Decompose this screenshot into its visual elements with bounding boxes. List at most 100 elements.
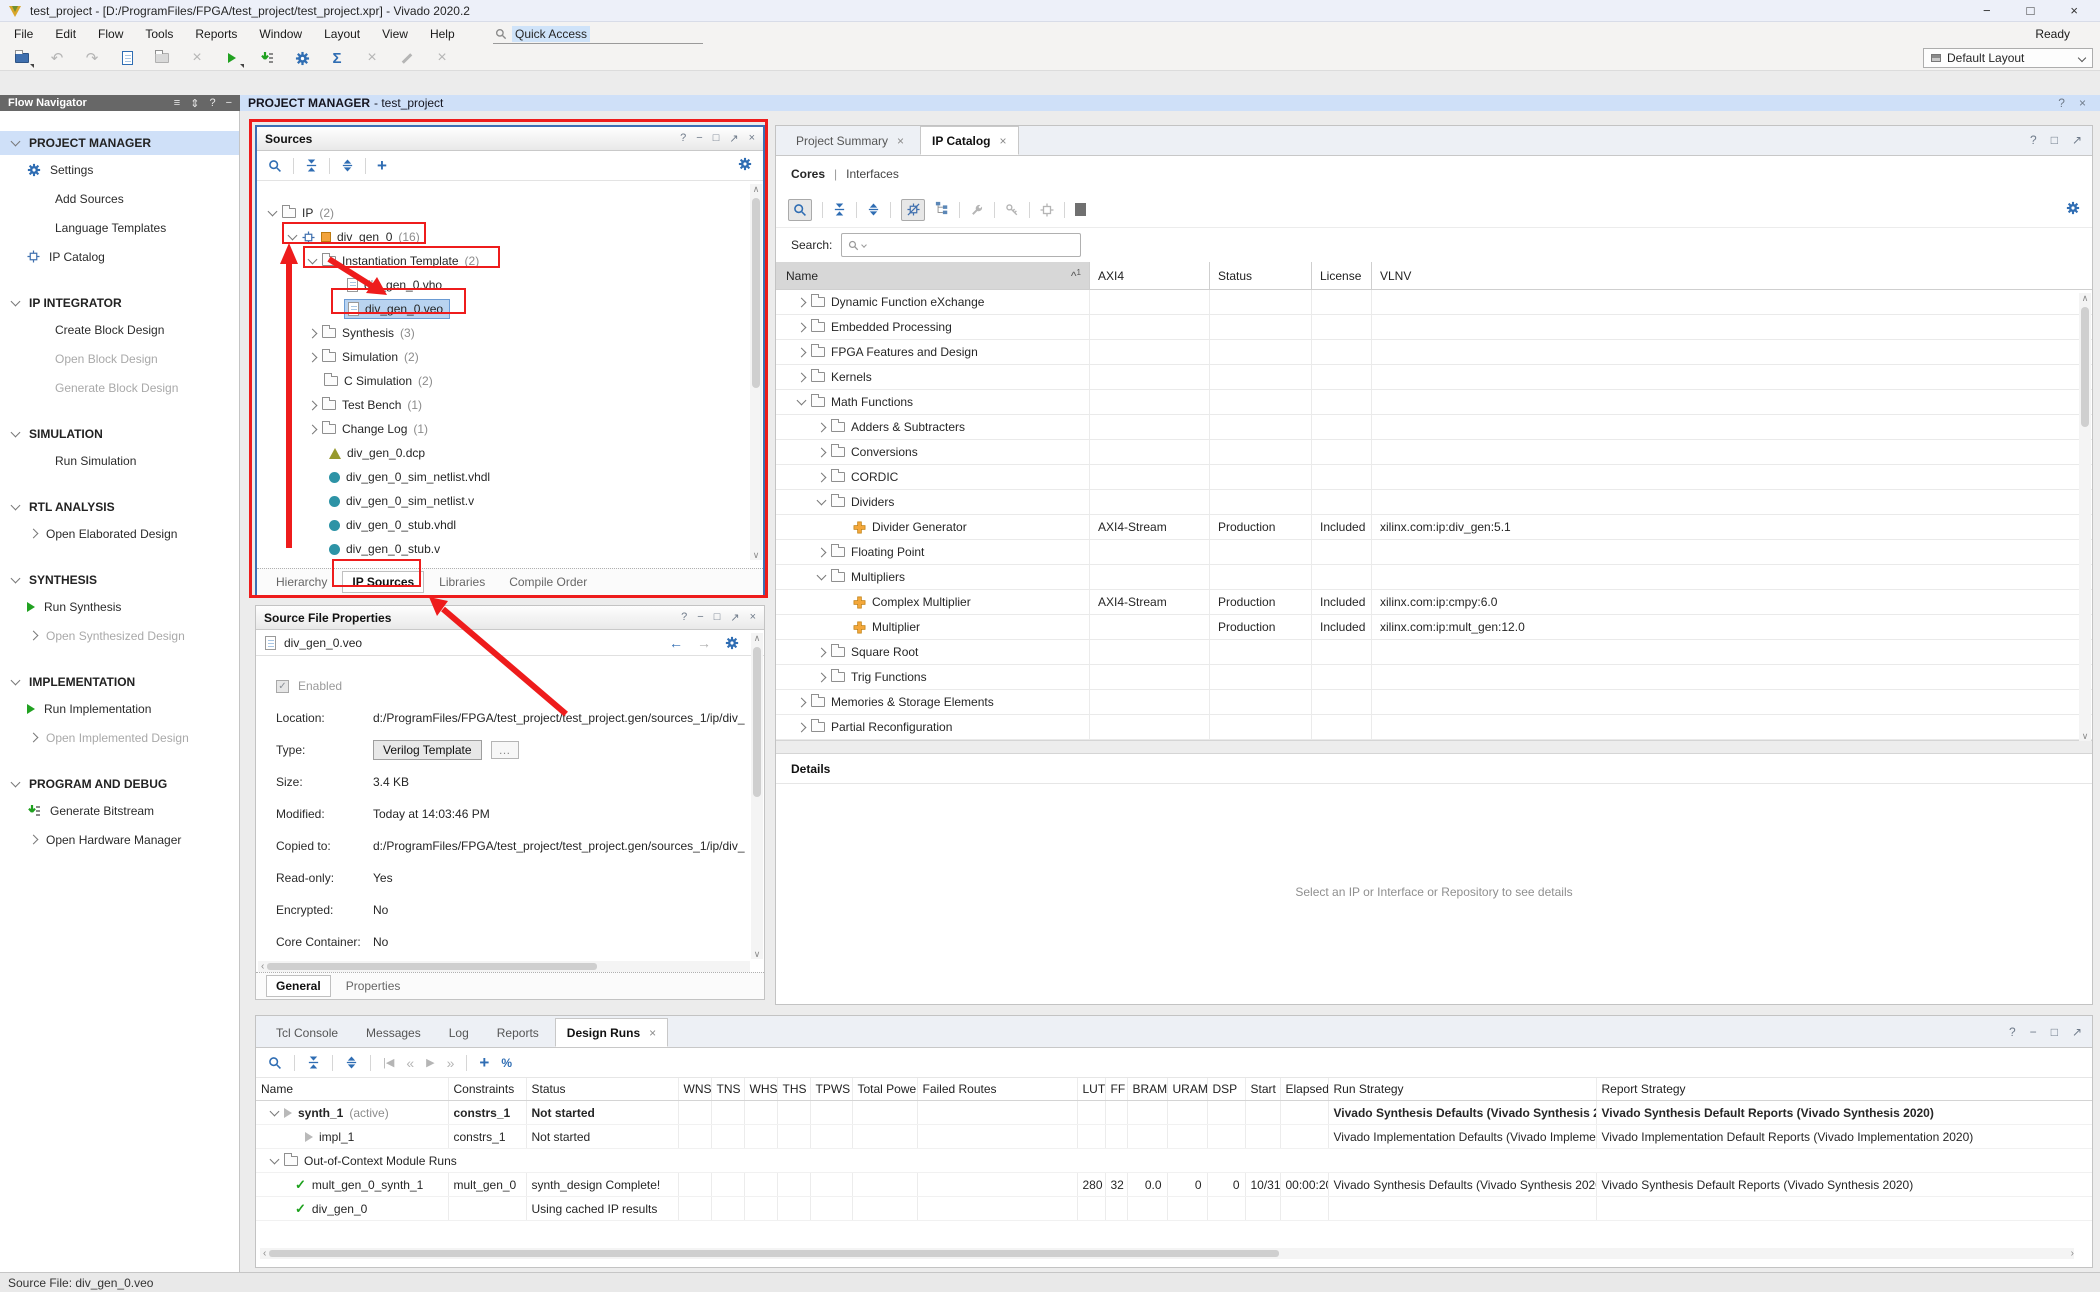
- col-report-strategy[interactable]: Report Strategy: [1596, 1078, 2092, 1101]
- maximize-icon[interactable]: □: [714, 611, 721, 624]
- flow-section-simulation[interactable]: SIMULATION: [0, 422, 239, 446]
- catalog-vertical-scrollbar[interactable]: ∧∨: [2079, 293, 2091, 741]
- flow-section-synthesis[interactable]: SYNTHESIS: [0, 568, 239, 592]
- menu-file[interactable]: File: [14, 27, 33, 41]
- close-icon[interactable]: ×: [749, 132, 755, 145]
- tree-item-div-gen-0-vho[interactable]: div_gen_0.vho: [257, 273, 749, 297]
- flow-item-create-block-design[interactable]: Create Block Design: [0, 315, 239, 344]
- flow-section-project-manager[interactable]: PROJECT MANAGER: [0, 131, 239, 155]
- chevron-right-icon[interactable]: [797, 372, 807, 382]
- col-start[interactable]: Start: [1245, 1078, 1280, 1101]
- tab-compile-order[interactable]: Compile Order: [500, 572, 596, 592]
- chevron-right-icon[interactable]: [817, 422, 827, 432]
- chevron-down-icon[interactable]: [288, 231, 298, 241]
- catalog-row-trig-functions[interactable]: Trig Functions: [776, 665, 2092, 690]
- sources-vertical-scrollbar[interactable]: ∧∨: [750, 184, 762, 560]
- float-icon[interactable]: ↗: [729, 132, 738, 145]
- scroll-thumb[interactable]: [267, 963, 597, 970]
- col-wns[interactable]: WNS: [678, 1078, 711, 1101]
- tab-libraries[interactable]: Libraries: [430, 572, 494, 592]
- chevron-down-icon[interactable]: [308, 255, 318, 265]
- collapse-all-icon[interactable]: [833, 203, 846, 216]
- percent-button[interactable]: %: [501, 1056, 512, 1070]
- help-icon[interactable]: ?: [209, 97, 215, 110]
- flow-item-language-templates[interactable]: Language Templates: [0, 213, 239, 242]
- chevron-down-icon[interactable]: [817, 496, 827, 506]
- catalog-row-kernels[interactable]: Kernels: [776, 365, 2092, 390]
- close-icon[interactable]: ×: [897, 134, 904, 148]
- catalog-row-dividers[interactable]: Dividers: [776, 490, 2092, 515]
- col-tns[interactable]: TNS: [711, 1078, 744, 1101]
- scroll-thumb[interactable]: [752, 198, 760, 388]
- subtab-interfaces[interactable]: Interfaces: [846, 167, 899, 181]
- maximize-icon[interactable]: □: [2051, 133, 2058, 147]
- expand-all-icon[interactable]: [341, 159, 354, 172]
- tab-tcl-console[interactable]: Tcl Console: [264, 1018, 350, 1047]
- chevron-right-icon[interactable]: [797, 322, 807, 332]
- col-total-power[interactable]: Total Power: [852, 1078, 917, 1101]
- save-button[interactable]: [117, 49, 137, 67]
- back-icon[interactable]: ←: [669, 635, 683, 651]
- float-icon[interactable]: ↗: [2072, 1025, 2082, 1039]
- report-sum-button[interactable]: Σ: [327, 49, 347, 67]
- delete-button[interactable]: ×: [187, 49, 207, 67]
- gear-icon[interactable]: [2066, 201, 2080, 215]
- column-status[interactable]: Status: [1209, 262, 1311, 289]
- step-back-button[interactable]: «: [406, 1055, 414, 1071]
- col-failed-routes[interactable]: Failed Routes: [917, 1078, 1077, 1101]
- details-toggle-icon[interactable]: [1075, 203, 1086, 216]
- more-button[interactable]: …: [491, 741, 519, 759]
- step-forward-button[interactable]: »: [447, 1055, 455, 1071]
- chevron-down-icon[interactable]: [817, 571, 827, 581]
- close-icon[interactable]: ×: [2079, 96, 2086, 110]
- window-close-button[interactable]: ×: [2070, 3, 2078, 18]
- scroll-thumb[interactable]: [2081, 307, 2089, 427]
- redo-button[interactable]: ↷: [82, 49, 102, 67]
- help-icon[interactable]: ?: [2058, 96, 2065, 110]
- chevron-right-icon[interactable]: [797, 347, 807, 357]
- flow-item-run-implementation[interactable]: Run Implementation: [0, 694, 239, 723]
- menu-flow[interactable]: Flow: [98, 27, 123, 41]
- catalog-row-complex-multiplier[interactable]: Complex MultiplierAXI4-StreamProductionI…: [776, 590, 2092, 615]
- scroll-left-icon[interactable]: ‹: [263, 1248, 266, 1259]
- add-sources-button[interactable]: +: [377, 156, 387, 176]
- catalog-search-input[interactable]: [841, 233, 1081, 257]
- chevron-right-icon[interactable]: [797, 697, 807, 707]
- run-button[interactable]: [222, 49, 242, 67]
- flow-section-ip-integrator[interactable]: IP INTEGRATOR: [0, 291, 239, 315]
- maximize-icon[interactable]: □: [713, 132, 720, 145]
- tree-item-change-log[interactable]: Change Log(1): [257, 417, 749, 441]
- menu-reports[interactable]: Reports: [195, 27, 237, 41]
- close-icon[interactable]: ×: [649, 1026, 656, 1040]
- help-icon[interactable]: ?: [681, 611, 687, 624]
- col-tpws[interactable]: TPWS: [810, 1078, 852, 1101]
- runs-horizontal-scrollbar[interactable]: ‹›: [260, 1248, 2074, 1259]
- chevron-down-icon[interactable]: [268, 207, 278, 217]
- gear-icon[interactable]: [738, 157, 752, 171]
- close-icon[interactable]: ×: [1000, 134, 1007, 148]
- menu-window[interactable]: Window: [259, 27, 302, 41]
- create-run-button[interactable]: +: [479, 1053, 489, 1073]
- catalog-row-embedded[interactable]: Embedded Processing: [776, 315, 2092, 340]
- catalog-row-cordic[interactable]: CORDIC: [776, 465, 2092, 490]
- chevron-right-icon[interactable]: [817, 647, 827, 657]
- open-project-button[interactable]: [12, 49, 32, 67]
- help-icon[interactable]: ?: [680, 132, 686, 145]
- flow-section-program-and-debug[interactable]: PROGRAM AND DEBUG: [0, 772, 239, 796]
- tree-item-sim-netlist-v[interactable]: div_gen_0_sim_netlist.v: [257, 489, 749, 513]
- scroll-up-icon[interactable]: ∧: [753, 634, 761, 642]
- chevron-right-icon[interactable]: [817, 547, 827, 557]
- run-row-ooc-group[interactable]: Out-of-Context Module Runs: [256, 1149, 2092, 1173]
- run-selected-button[interactable]: ▶: [426, 1056, 434, 1069]
- tree-item-stub-vhdl[interactable]: div_gen_0_stub.vhdl: [257, 513, 749, 537]
- scroll-thumb[interactable]: [753, 647, 761, 797]
- close-icon[interactable]: ×: [750, 611, 756, 624]
- flow-item-open-elaborated-design[interactable]: Open Elaborated Design: [0, 519, 239, 548]
- flow-item-add-sources[interactable]: Add Sources: [0, 184, 239, 213]
- gear-icon[interactable]: [725, 636, 739, 650]
- checkbox-checked-icon[interactable]: [276, 680, 289, 693]
- col-whs[interactable]: WHS: [744, 1078, 777, 1101]
- column-axi4[interactable]: AXI4: [1089, 262, 1209, 289]
- tree-item-simulation[interactable]: Simulation(2): [257, 345, 749, 369]
- scroll-up-icon[interactable]: ∧: [752, 185, 760, 193]
